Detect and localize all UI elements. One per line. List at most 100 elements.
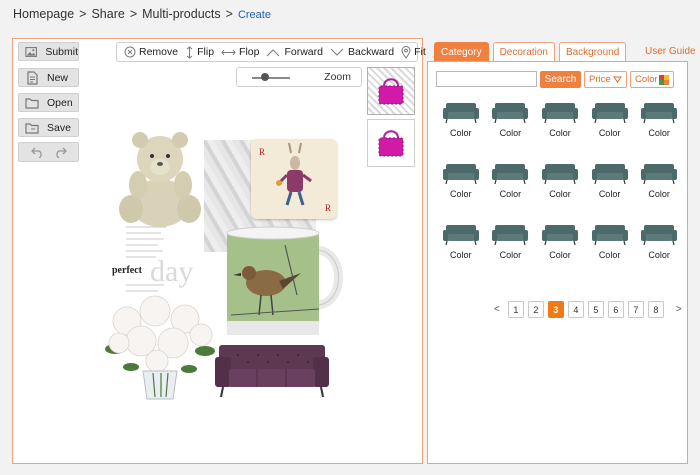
- flip-tool[interactable]: Flip: [185, 45, 214, 59]
- flop-label: Flop: [239, 46, 260, 58]
- product-item[interactable]: Color: [585, 163, 635, 224]
- page-2-button[interactable]: 2: [527, 301, 544, 318]
- page-8-button[interactable]: 8: [647, 301, 664, 318]
- sofa-thumbnail-icon: [641, 103, 678, 124]
- sofa-thumbnail-icon: [492, 103, 529, 124]
- backward-icon: [330, 48, 344, 56]
- product-item[interactable]: Color: [486, 224, 536, 285]
- color-filter[interactable]: Color: [630, 71, 674, 88]
- sofa-thumbnail-icon: [442, 164, 479, 185]
- redo-icon[interactable]: [54, 147, 67, 158]
- product-label: Color: [499, 250, 522, 260]
- remove-icon: [124, 46, 136, 58]
- bird-mug-image[interactable]: [221, 225, 351, 337]
- price-filter[interactable]: Price: [584, 71, 627, 88]
- flop-tool[interactable]: Flop: [221, 46, 259, 58]
- product-item[interactable]: Color: [634, 102, 684, 163]
- sofa-thumbnail-icon: [442, 103, 479, 124]
- product-panel: Search Price Color Color Color Color Color C…: [427, 61, 688, 464]
- page-1-button[interactable]: 1: [507, 301, 524, 318]
- perfect-day-text-image[interactable]: perfect day: [106, 219, 216, 299]
- product-grid: Color Color Color Color Color Color Color Color…: [436, 102, 684, 285]
- layer-thumbnail[interactable]: [367, 119, 415, 167]
- breadcrumb-share[interactable]: Share: [91, 7, 124, 21]
- product-label: Color: [598, 189, 621, 199]
- sofa-thumbnail-icon: [492, 164, 529, 185]
- page-4-button[interactable]: 4: [567, 301, 584, 318]
- product-item[interactable]: Color: [634, 163, 684, 224]
- search-input[interactable]: [436, 71, 537, 87]
- new-button[interactable]: New: [18, 68, 79, 87]
- peony-vase-image[interactable]: [101, 291, 219, 401]
- flop-horizontal-icon: [221, 49, 236, 55]
- product-grid-row: Color Color Color Color Color: [436, 102, 684, 163]
- product-item[interactable]: Color: [634, 224, 684, 285]
- forward-tool[interactable]: Forward: [266, 46, 323, 58]
- forward-label: Forward: [284, 46, 323, 58]
- remove-tool[interactable]: Remove: [124, 46, 178, 58]
- product-item[interactable]: Color: [436, 102, 486, 163]
- open-button[interactable]: Open: [18, 93, 79, 112]
- sofa-thumbnail-icon: [442, 225, 479, 246]
- product-label: Color: [598, 250, 621, 260]
- product-item[interactable]: Color: [535, 224, 585, 285]
- save-label: Save: [47, 121, 71, 134]
- product-item[interactable]: Color: [436, 163, 486, 224]
- sofa-thumbnail-icon: [541, 225, 578, 246]
- product-item[interactable]: Color: [585, 224, 635, 285]
- zoom-slider-handle[interactable]: [261, 73, 269, 81]
- zoom-label: Zoom: [324, 71, 351, 83]
- tab-category[interactable]: Category: [434, 42, 489, 61]
- tab-decoration[interactable]: Decoration: [492, 42, 555, 61]
- user-guide-link[interactable]: User Guide: [645, 46, 696, 57]
- pagination: < 1 2 3 4 5 6 7 8 >: [486, 301, 690, 318]
- product-item[interactable]: Color: [535, 102, 585, 163]
- fit-tool[interactable]: Fit: [401, 45, 426, 59]
- prev-page-button[interactable]: <: [494, 304, 500, 315]
- new-file-icon: [27, 70, 38, 85]
- product-label: Color: [549, 128, 571, 138]
- submit-label: Submit: [45, 45, 78, 58]
- layer-thumbnail-selected[interactable]: [367, 67, 415, 115]
- sofa-thumbnail-icon: [591, 164, 628, 185]
- product-grid-row: Color Color Color Color Color: [436, 163, 684, 224]
- sofa-thumbnail-icon: [591, 103, 628, 124]
- playing-card-image[interactable]: R R: [251, 139, 337, 219]
- breadcrumb-separator: >: [225, 7, 233, 21]
- color-swatch-icon: [659, 74, 669, 85]
- purple-sofa-image[interactable]: [213, 343, 331, 399]
- tab-background[interactable]: Background: [558, 42, 627, 61]
- svg-text:R: R: [259, 147, 265, 157]
- zoom-control: Zoom: [236, 67, 362, 87]
- page-3-button[interactable]: 3: [547, 301, 564, 318]
- zoom-slider-track[interactable]: [252, 77, 290, 79]
- product-item[interactable]: Color: [486, 163, 536, 224]
- svg-text:R: R: [325, 203, 331, 213]
- save-button[interactable]: Save: [18, 118, 79, 137]
- backward-tool[interactable]: Backward: [330, 46, 394, 58]
- product-item[interactable]: Color: [585, 102, 635, 163]
- teddy-bear-image[interactable]: [113, 129, 208, 229]
- category-tabs: Category Decoration Background: [434, 42, 627, 61]
- product-item[interactable]: Color: [535, 163, 585, 224]
- breadcrumb-home[interactable]: Homepage: [13, 7, 74, 21]
- breadcrumb-separator: >: [79, 7, 87, 21]
- next-page-button[interactable]: >: [676, 304, 682, 315]
- page-7-button[interactable]: 7: [627, 301, 644, 318]
- search-button[interactable]: Search: [540, 71, 581, 88]
- image-icon: [25, 46, 37, 57]
- submit-button[interactable]: Submit: [18, 42, 79, 61]
- undo-redo-group: [18, 142, 79, 162]
- chevron-down-icon: [613, 76, 622, 83]
- product-label: Color: [499, 189, 522, 199]
- breadcrumb-multi-products[interactable]: Multi-products: [142, 7, 221, 21]
- product-label: Color: [450, 250, 472, 260]
- breadcrumb: Homepage > Share > Multi-products > Create: [13, 7, 271, 21]
- product-item[interactable]: Color: [486, 102, 536, 163]
- product-item[interactable]: Color: [436, 224, 486, 285]
- product-label: Color: [648, 250, 670, 260]
- page-6-button[interactable]: 6: [607, 301, 624, 318]
- page-5-button[interactable]: 5: [587, 301, 604, 318]
- undo-icon[interactable]: [30, 147, 44, 158]
- backward-label: Backward: [347, 46, 395, 58]
